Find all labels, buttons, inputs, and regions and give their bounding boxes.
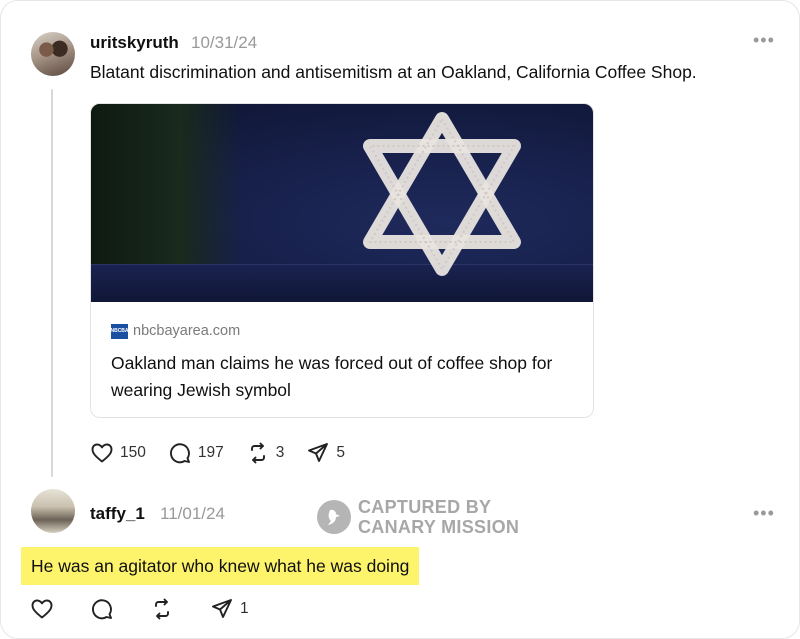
canary-logo-icon bbox=[317, 500, 351, 534]
link-domain: nbcbayarea.com bbox=[133, 323, 241, 339]
post-timestamp[interactable]: 10/31/24 bbox=[191, 33, 257, 53]
reply-comment-button[interactable] bbox=[90, 597, 120, 621]
watermark-line2: CANARY MISSION bbox=[358, 517, 520, 537]
avatar[interactable] bbox=[31, 32, 75, 76]
repost-count: 3 bbox=[275, 444, 285, 461]
repost-icon bbox=[155, 598, 169, 620]
link-preview-image bbox=[91, 104, 593, 302]
post-actions: 150 197 3 5 bbox=[90, 441, 367, 465]
heart-icon bbox=[91, 443, 113, 463]
more-options-icon[interactable]: ••• bbox=[753, 31, 775, 49]
canary-mission-watermark: CAPTURED BY CANARY MISSION bbox=[317, 497, 519, 537]
reply-share-count: 1 bbox=[240, 600, 249, 617]
post-text: Blatant discrimination and antisemitism … bbox=[90, 62, 697, 82]
nbc-favicon-icon: NBCBA bbox=[110, 323, 129, 339]
watermark-line1: CAPTURED BY bbox=[358, 497, 492, 517]
reply-text-highlighted: He was an agitator who knew what he was … bbox=[21, 547, 420, 585]
send-icon bbox=[212, 599, 232, 618]
star-of-david-icon bbox=[363, 112, 521, 276]
reply-like-button[interactable] bbox=[30, 597, 60, 621]
heart-icon bbox=[31, 599, 53, 619]
reply-share-button[interactable]: 1 bbox=[210, 597, 249, 621]
share-button[interactable]: 5 bbox=[306, 441, 345, 465]
reply-repost-button[interactable] bbox=[150, 597, 180, 621]
reply-more-options-icon[interactable]: ••• bbox=[753, 504, 775, 522]
post-username[interactable]: uritskyruth bbox=[90, 33, 179, 53]
like-button[interactable]: 150 bbox=[90, 441, 146, 465]
repost-icon bbox=[250, 442, 265, 464]
reply-avatar[interactable] bbox=[31, 489, 75, 533]
link-title: Oakland man claims he was forced out of … bbox=[111, 353, 553, 400]
reply-username[interactable]: taffy_1 bbox=[90, 504, 145, 524]
comment-count: 197 bbox=[197, 444, 224, 461]
reply-timestamp[interactable]: 11/01/24 bbox=[160, 504, 225, 524]
link-source: NBCBA nbcbayarea.com bbox=[110, 322, 241, 340]
repost-button[interactable]: 3 bbox=[246, 441, 285, 465]
thread-card: uritskyruth 10/31/24 ••• Blatant discrim… bbox=[0, 0, 800, 639]
link-preview-card[interactable]: NBCBA nbcbayarea.com Oakland man claims … bbox=[90, 103, 594, 418]
share-count: 5 bbox=[336, 444, 345, 461]
comment-icon bbox=[92, 599, 112, 620]
like-count: 150 bbox=[120, 444, 146, 461]
send-icon bbox=[308, 443, 329, 462]
thread-connector-line bbox=[51, 89, 53, 477]
comment-button[interactable]: 197 bbox=[168, 441, 224, 465]
comment-icon bbox=[169, 443, 190, 464]
reply-actions: 1 bbox=[30, 597, 271, 621]
